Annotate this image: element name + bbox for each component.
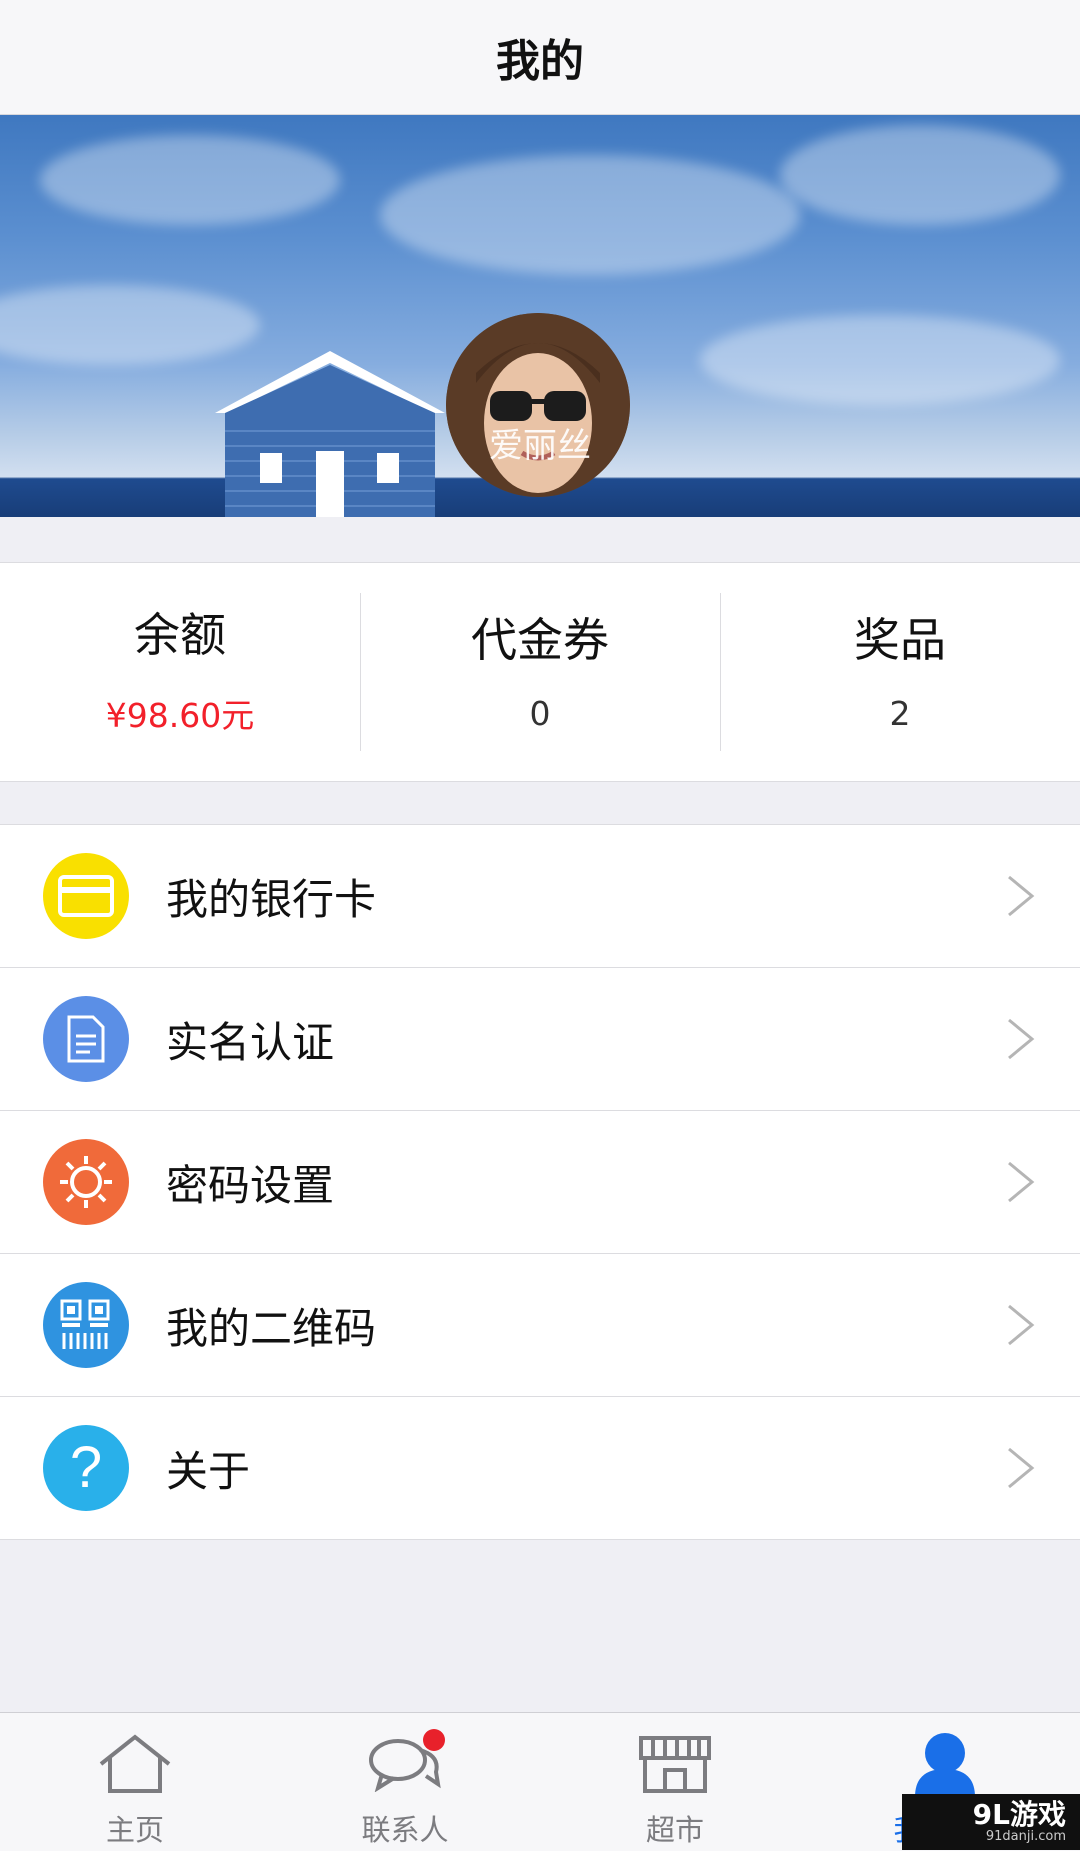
home-icon	[95, 1729, 175, 1799]
tab-market[interactable]: 超市	[540, 1713, 810, 1851]
chevron-right-icon	[1008, 875, 1035, 917]
stat-value: 2	[889, 693, 911, 733]
menu-label: 关于	[166, 1446, 251, 1496]
watermark-main: 9L游戏	[972, 1798, 1066, 1831]
stat-value: ¥98.60元	[105, 696, 255, 735]
tab-contacts[interactable]: 联系人	[270, 1713, 540, 1851]
menu-label: 密码设置	[166, 1160, 335, 1210]
menu-item-verification[interactable]: 实名认证	[0, 968, 1080, 1111]
store-icon	[635, 1729, 715, 1799]
stat-vouchers[interactable]: 代金券 0	[360, 563, 720, 781]
document-icon	[43, 996, 129, 1082]
stat-value: 0	[529, 693, 551, 733]
profile-banner: 爱丽丝	[0, 115, 1080, 517]
username: 爱丽丝	[489, 426, 591, 466]
settings-menu: 我的银行卡 实名认证 密码设置 我的二维码 ? 关于	[0, 824, 1080, 1540]
menu-label: 实名认证	[166, 1017, 335, 1067]
watermark-sub: 91danji.com	[985, 1829, 1066, 1844]
notification-badge	[423, 1729, 445, 1751]
stat-label: 奖品	[854, 612, 946, 667]
tab-label: 超市	[645, 1813, 704, 1847]
menu-item-bank-card[interactable]: 我的银行卡	[0, 825, 1080, 968]
stat-label: 代金券	[471, 612, 609, 667]
question-icon: ?	[43, 1425, 129, 1511]
chevron-right-icon	[1008, 1304, 1035, 1346]
stat-prizes[interactable]: 奖品 2	[720, 563, 1080, 781]
menu-item-password[interactable]: 密码设置	[0, 1111, 1080, 1254]
chevron-right-icon	[1008, 1161, 1035, 1203]
tab-label: 联系人	[361, 1813, 449, 1847]
menu-item-qr-code[interactable]: 我的二维码	[0, 1254, 1080, 1397]
watermark-logo: 9L游戏 91danji.com	[902, 1794, 1080, 1850]
settings-gear-icon	[43, 1139, 129, 1225]
menu-item-about[interactable]: ? 关于	[0, 1397, 1080, 1539]
stat-balance[interactable]: 余额 ¥98.60元	[0, 563, 360, 781]
user-icon	[905, 1729, 985, 1799]
menu-label: 我的二维码	[166, 1303, 377, 1353]
chevron-right-icon	[1008, 1447, 1035, 1489]
bank-card-icon	[43, 853, 129, 939]
chevron-right-icon	[1008, 1018, 1035, 1060]
qr-code-icon	[43, 1282, 129, 1368]
page-title: 我的	[496, 36, 584, 87]
stats-panel: 余额 ¥98.60元 代金券 0 奖品 2	[0, 562, 1080, 782]
nav-header: 我的	[0, 0, 1080, 115]
stat-label: 余额	[134, 608, 226, 662]
tab-label: 主页	[105, 1813, 164, 1847]
tab-home[interactable]: 主页	[0, 1713, 270, 1851]
menu-label: 我的银行卡	[166, 874, 377, 924]
avatar[interactable]	[446, 313, 630, 497]
